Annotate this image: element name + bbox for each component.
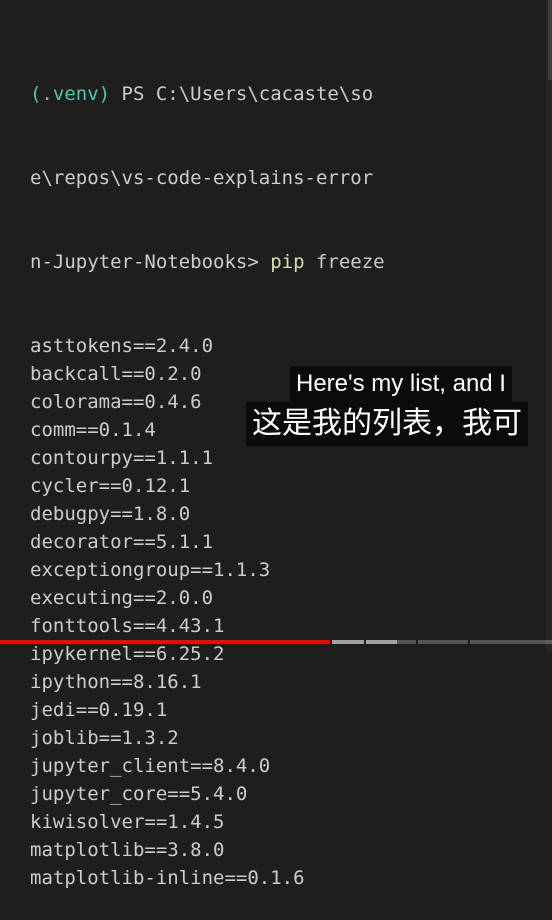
package-line: decorator==5.1.1 — [30, 531, 214, 553]
subtitle-english: Here's my list, and I — [290, 366, 512, 402]
package-line: matplotlib==3.8.0 — [30, 839, 225, 861]
command-argument: freeze — [304, 251, 385, 273]
chapter-marker — [330, 640, 332, 644]
package-line: jupyter_client==8.4.0 — [30, 755, 271, 777]
prompt-path: e\repos\vs-code-explains-error — [30, 167, 374, 189]
package-line: fonttools==4.43.1 — [30, 615, 225, 637]
subtitle-chinese: 这是我的列表，我可 — [246, 402, 528, 446]
package-line: kiwisolver==1.4.5 — [30, 811, 225, 833]
package-line: debugpy==1.8.0 — [30, 503, 191, 525]
package-line: matplotlib-inline==0.1.6 — [30, 867, 305, 889]
video-progress-played — [0, 640, 332, 644]
prompt-path: PS C:\Users\cacaste\so — [110, 83, 374, 105]
package-line: jupyter_core==5.4.0 — [30, 783, 248, 805]
package-line: asttokens==2.4.0 — [30, 335, 214, 357]
package-line: executing==2.0.0 — [30, 587, 214, 609]
terminal-output[interactable]: (.venv) PS C:\Users\cacaste\so e\repos\v… — [30, 24, 552, 920]
video-progress-bar[interactable] — [0, 640, 552, 644]
package-line: jedi==0.19.1 — [30, 699, 168, 721]
package-line: contourpy==1.1.1 — [30, 447, 214, 469]
terminal-scrollbar-thumb[interactable] — [548, 0, 552, 80]
package-line: cycler==0.12.1 — [30, 475, 191, 497]
package-line: exceptiongroup==1.1.3 — [30, 559, 271, 581]
command-text: pip — [270, 251, 305, 273]
prompt-line-2: e\repos\vs-code-explains-error — [30, 164, 552, 192]
prompt-line-3: n-Jupyter-Notebooks> pip freeze — [30, 248, 552, 276]
venv-indicator: (.venv) — [30, 83, 111, 105]
package-line: ipykernel==6.25.2 — [30, 643, 225, 665]
chapter-marker — [468, 640, 470, 644]
chapter-marker — [416, 640, 418, 644]
package-line: ipython==8.16.1 — [30, 671, 202, 693]
prompt-line-1: (.venv) PS C:\Users\cacaste\so — [30, 80, 552, 108]
package-line: joblib==1.3.2 — [30, 727, 179, 749]
chapter-marker — [364, 640, 366, 644]
terminal-scrollbar-track[interactable] — [546, 0, 552, 653]
prompt-path: n-Jupyter-Notebooks> — [30, 251, 271, 273]
